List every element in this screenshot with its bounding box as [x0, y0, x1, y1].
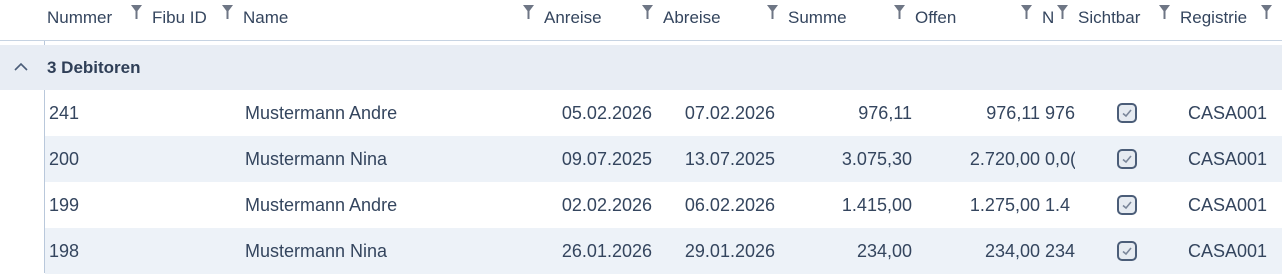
cell-fibu-id	[152, 136, 242, 182]
column-header-registrie[interactable]: Registrie	[1180, 0, 1260, 40]
sichtbar-checkbox[interactable]	[1117, 149, 1137, 169]
filter-icon[interactable]	[894, 5, 905, 19]
column-header-sichtbar[interactable]: Sichtbar	[1078, 0, 1154, 40]
filter-icon[interactable]	[1057, 5, 1068, 19]
cell-offen: 1.275,00	[969, 195, 1040, 215]
cell-nummer: 200	[49, 149, 80, 169]
cell-summe: 234,00	[856, 241, 912, 261]
cell-anreise: 02.02.2026	[561, 195, 652, 215]
filter-icon[interactable]	[1159, 5, 1170, 19]
cell-n: 234	[1045, 241, 1075, 261]
table-row[interactable]: 241 Mustermann Andre 05.02.2026 07.02.20…	[45, 90, 1282, 136]
cell-summe: 1.415,00	[841, 195, 912, 215]
debitoren-grid: Nummer Fibu ID Name Anreise Abreise Summ…	[0, 0, 1282, 274]
group-label: 3 Debitoren	[47, 58, 141, 77]
filter-icon[interactable]	[1021, 5, 1032, 19]
cell-name: Mustermann Andre	[245, 103, 398, 123]
cell-abreise: 07.02.2026	[684, 103, 775, 123]
chevron-up-icon[interactable]	[12, 58, 30, 76]
column-header-fibu-id[interactable]: Fibu ID	[152, 0, 218, 40]
cell-name: Mustermann Nina	[245, 149, 388, 169]
cell-registrie: CASA001	[1188, 149, 1268, 169]
cell-registrie: CASA001	[1188, 241, 1268, 261]
column-header-summe[interactable]: Summe	[788, 0, 878, 40]
cell-fibu-id	[152, 90, 242, 136]
cell-abreise: 29.01.2026	[684, 241, 775, 261]
column-header-abreise[interactable]: Abreise	[663, 0, 753, 40]
cell-abreise: 06.02.2026	[684, 195, 775, 215]
cell-nummer: 198	[49, 241, 80, 261]
cell-offen: 234,00	[984, 241, 1040, 261]
sichtbar-checkbox[interactable]	[1117, 241, 1137, 261]
column-header-n[interactable]: N	[1042, 0, 1056, 40]
filter-icon[interactable]	[642, 5, 653, 19]
cell-n: 976	[1045, 103, 1075, 123]
filter-icon[interactable]	[767, 5, 778, 19]
cell-summe: 3.075,30	[841, 149, 912, 169]
table-row[interactable]: 200 Mustermann Nina 09.07.2025 13.07.202…	[45, 136, 1282, 182]
cell-offen: 2.720,00	[969, 149, 1040, 169]
column-header-nummer[interactable]: Nummer	[47, 0, 127, 40]
column-header-row: Nummer Fibu ID Name Anreise Abreise Summ…	[0, 0, 1282, 41]
cell-name: Mustermann Nina	[245, 241, 388, 261]
cell-anreise: 09.07.2025	[561, 149, 652, 169]
cell-nummer: 199	[49, 195, 80, 215]
cell-fibu-id	[152, 228, 242, 274]
table-row[interactable]: 198 Mustermann Nina 26.01.2026 29.01.202…	[45, 228, 1282, 274]
filter-icon[interactable]	[222, 5, 233, 19]
sichtbar-checkbox[interactable]	[1117, 103, 1137, 123]
column-header-offen[interactable]: Offen	[915, 0, 1005, 40]
cell-registrie: CASA001	[1188, 195, 1268, 215]
sichtbar-checkbox[interactable]	[1117, 195, 1137, 215]
cell-n: 0,0(	[1045, 149, 1075, 169]
filter-icon[interactable]	[1261, 5, 1272, 19]
cell-n: 1.4	[1045, 195, 1071, 215]
filter-icon[interactable]	[131, 5, 142, 19]
cell-summe: 976,11	[858, 103, 912, 123]
cell-registrie: CASA001	[1188, 103, 1268, 123]
cell-offen: 976,11	[986, 103, 1040, 123]
cell-nummer: 241	[49, 103, 80, 123]
cell-anreise: 05.02.2026	[561, 103, 652, 123]
table-row[interactable]: 199 Mustermann Andre 02.02.2026 06.02.20…	[45, 182, 1282, 228]
column-header-anreise[interactable]: Anreise	[544, 0, 634, 40]
cell-name: Mustermann Andre	[245, 195, 398, 215]
group-row-debitoren[interactable]: 3 Debitoren	[0, 45, 1282, 90]
column-header-name[interactable]: Name	[243, 0, 503, 40]
cell-fibu-id	[152, 182, 242, 228]
cell-anreise: 26.01.2026	[561, 241, 652, 261]
cell-abreise: 13.07.2025	[684, 149, 775, 169]
filter-icon[interactable]	[523, 5, 534, 19]
